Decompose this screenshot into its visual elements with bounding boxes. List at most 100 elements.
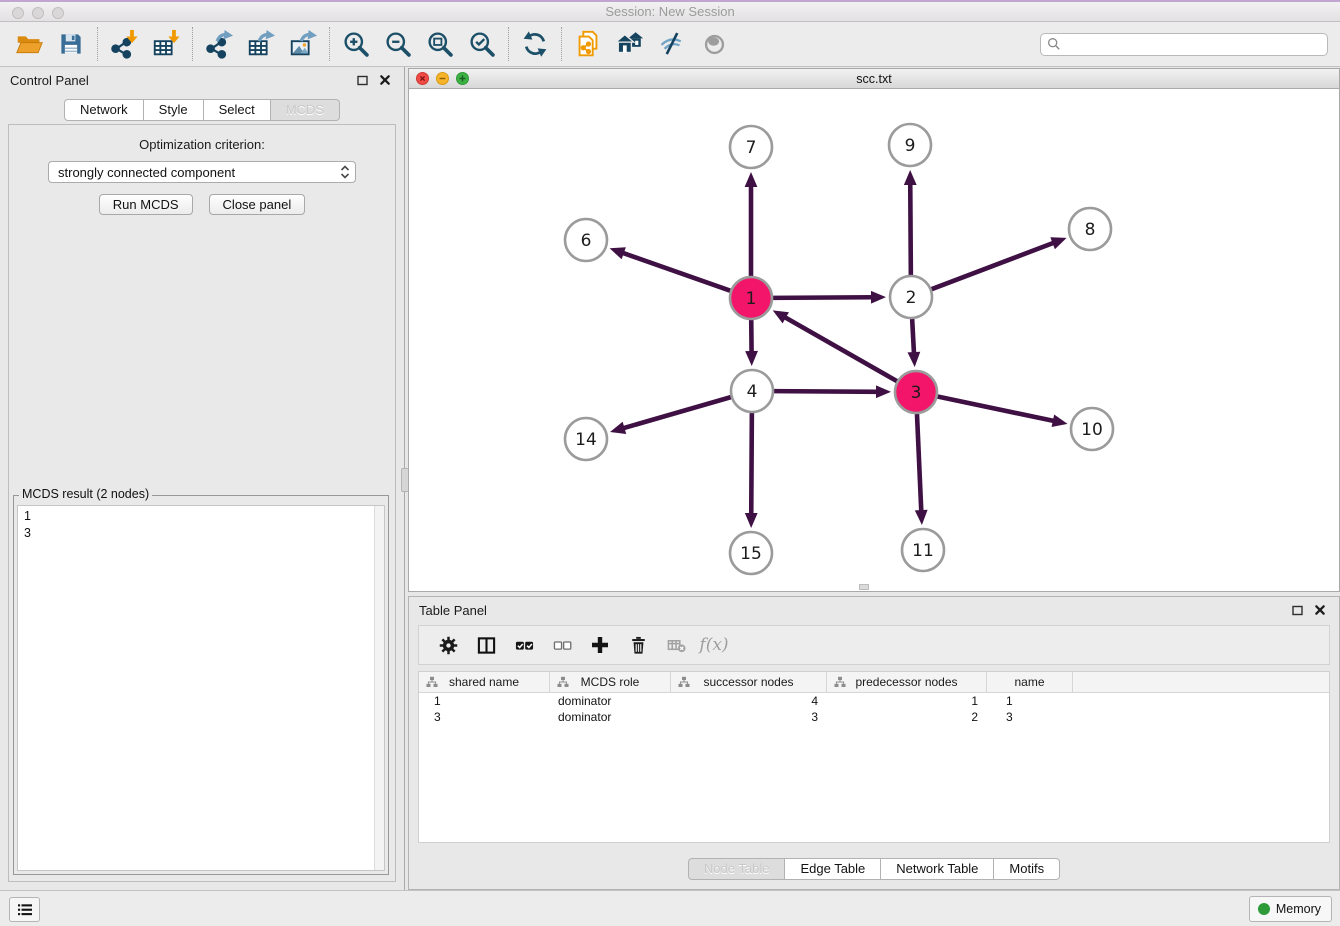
show-graphics-details-button[interactable]: [693, 25, 735, 63]
graph-node-11[interactable]: 11: [902, 529, 944, 571]
mcds-result-list[interactable]: 13: [17, 505, 385, 871]
table-panel-float-button[interactable]: [1288, 602, 1306, 618]
graph-node-8[interactable]: 8: [1069, 208, 1111, 250]
cell-predecessor-nodes[interactable]: 2: [827, 710, 987, 724]
network-maximize-button[interactable]: [456, 72, 469, 85]
cell-successor-nodes[interactable]: 3: [671, 710, 827, 724]
show-columns-button[interactable]: [467, 629, 505, 661]
save-session-button[interactable]: [50, 25, 92, 63]
network-close-button[interactable]: [416, 72, 429, 85]
table-panel-close-button[interactable]: [1311, 602, 1329, 618]
column-header-mcds-role[interactable]: MCDS role: [550, 672, 671, 692]
horizontal-splitter-handle[interactable]: [859, 584, 869, 590]
cell-mcds-role[interactable]: dominator: [550, 694, 671, 708]
cell-predecessor-nodes[interactable]: 1: [827, 694, 987, 708]
tab-network[interactable]: Network: [64, 99, 144, 121]
tab-edge-table[interactable]: Edge Table: [785, 858, 881, 880]
graph-node-4[interactable]: 4: [731, 370, 773, 412]
tab-mcds[interactable]: MCDS: [271, 99, 340, 121]
tab-motifs[interactable]: Motifs: [994, 858, 1060, 880]
column-header-label: MCDS role: [581, 675, 640, 689]
column-header-label: successor nodes: [703, 675, 793, 689]
graph-edge-1-7[interactable]: [745, 172, 758, 276]
graph-edge-4-14[interactable]: [610, 397, 731, 434]
cell-name[interactable]: 3: [987, 710, 1073, 724]
open-session-button[interactable]: [8, 25, 50, 63]
graph-edge-2-8[interactable]: [932, 237, 1067, 289]
graph-node-1[interactable]: 1: [730, 277, 772, 319]
table-row[interactable]: 1dominator411: [419, 693, 1329, 709]
graph-node-7[interactable]: 7: [730, 126, 772, 168]
graph-edge-2-9[interactable]: [904, 170, 917, 275]
export-table-button[interactable]: [240, 25, 282, 63]
home-button[interactable]: [609, 25, 651, 63]
tab-node-table[interactable]: Node Table: [688, 858, 786, 880]
graph-edge-3-11[interactable]: [915, 414, 928, 525]
control-panel-close-button[interactable]: [376, 72, 394, 88]
graph-edge-1-4[interactable]: [745, 320, 758, 366]
export-image-icon: [288, 29, 318, 59]
graph-node-10[interactable]: 10: [1071, 408, 1113, 450]
network-canvas[interactable]: 7 9 6 8 1 2 4 3 14 10 15 11: [409, 88, 1339, 591]
control-panel-float-button[interactable]: [353, 72, 371, 88]
import-network-button[interactable]: [103, 25, 145, 63]
column-header-shared-name[interactable]: shared name: [419, 672, 550, 692]
graph-node-label: 4: [747, 382, 758, 402]
close-panel-button[interactable]: Close panel: [209, 194, 306, 215]
add-row-button[interactable]: [581, 629, 619, 661]
delete-table-button[interactable]: [657, 629, 695, 661]
deselect-all-button[interactable]: [543, 629, 581, 661]
select-all-button[interactable]: [505, 629, 543, 661]
zoom-selected-button[interactable]: [461, 25, 503, 63]
graph-edge-1-2[interactable]: [773, 291, 886, 304]
network-window-title-bar[interactable]: scc.txt: [409, 69, 1339, 89]
maximize-glyph-icon: [457, 73, 468, 84]
result-scrollbar[interactable]: [374, 506, 384, 870]
graph-node-6[interactable]: 6: [565, 219, 607, 261]
hide-panels-button[interactable]: [651, 25, 693, 63]
search-input[interactable]: [1066, 36, 1321, 52]
column-header-name[interactable]: name: [987, 672, 1073, 692]
graph-node-9[interactable]: 9: [889, 124, 931, 166]
graph-edge-3-10[interactable]: [938, 397, 1068, 428]
column-header-successor-nodes[interactable]: successor nodes: [671, 672, 827, 692]
cell-shared-name[interactable]: 1: [419, 694, 550, 708]
cell-shared-name[interactable]: 3: [419, 710, 550, 724]
graph-edge-1-6[interactable]: [610, 247, 731, 290]
graph-node-3[interactable]: 3: [895, 371, 937, 413]
toolbar-separator: [508, 27, 509, 61]
table-settings-button[interactable]: [429, 629, 467, 661]
refresh-styles-button[interactable]: [514, 25, 556, 63]
table-row[interactable]: 3dominator323: [419, 709, 1329, 725]
app-title-bar: Session: New Session: [0, 0, 1340, 22]
import-table-button[interactable]: [145, 25, 187, 63]
graph-edge-3-1[interactable]: [773, 310, 897, 381]
cell-successor-nodes[interactable]: 4: [671, 694, 827, 708]
tab-style[interactable]: Style: [144, 99, 204, 121]
tab-network-table[interactable]: Network Table: [881, 858, 994, 880]
run-mcds-button[interactable]: Run MCDS: [99, 194, 193, 215]
memory-status-button[interactable]: Memory: [1249, 896, 1332, 922]
column-header-predecessor-nodes[interactable]: predecessor nodes: [827, 672, 987, 692]
zoom-in-button[interactable]: [335, 25, 377, 63]
cell-mcds-role[interactable]: dominator: [550, 710, 671, 724]
clone-network-button[interactable]: [567, 25, 609, 63]
tab-select[interactable]: Select: [204, 99, 271, 121]
function-builder-button[interactable]: f(x): [695, 629, 733, 661]
delete-row-button[interactable]: [619, 629, 657, 661]
graph-node-14[interactable]: 14: [565, 418, 607, 460]
graph-edge-2-3[interactable]: [908, 319, 921, 367]
graph-edge-4-15[interactable]: [745, 413, 758, 528]
zoom-fit-button[interactable]: [419, 25, 461, 63]
zoom-out-button[interactable]: [377, 25, 419, 63]
list-icon: [17, 903, 33, 917]
task-history-button[interactable]: [9, 897, 40, 922]
graph-node-2[interactable]: 2: [890, 276, 932, 318]
export-network-button[interactable]: [198, 25, 240, 63]
graph-edge-4-3[interactable]: [774, 385, 891, 398]
optimization-select[interactable]: strongly connected component: [48, 161, 356, 183]
cell-name[interactable]: 1: [987, 694, 1073, 708]
network-minimize-button[interactable]: [436, 72, 449, 85]
graph-node-15[interactable]: 15: [730, 532, 772, 574]
export-image-button[interactable]: [282, 25, 324, 63]
